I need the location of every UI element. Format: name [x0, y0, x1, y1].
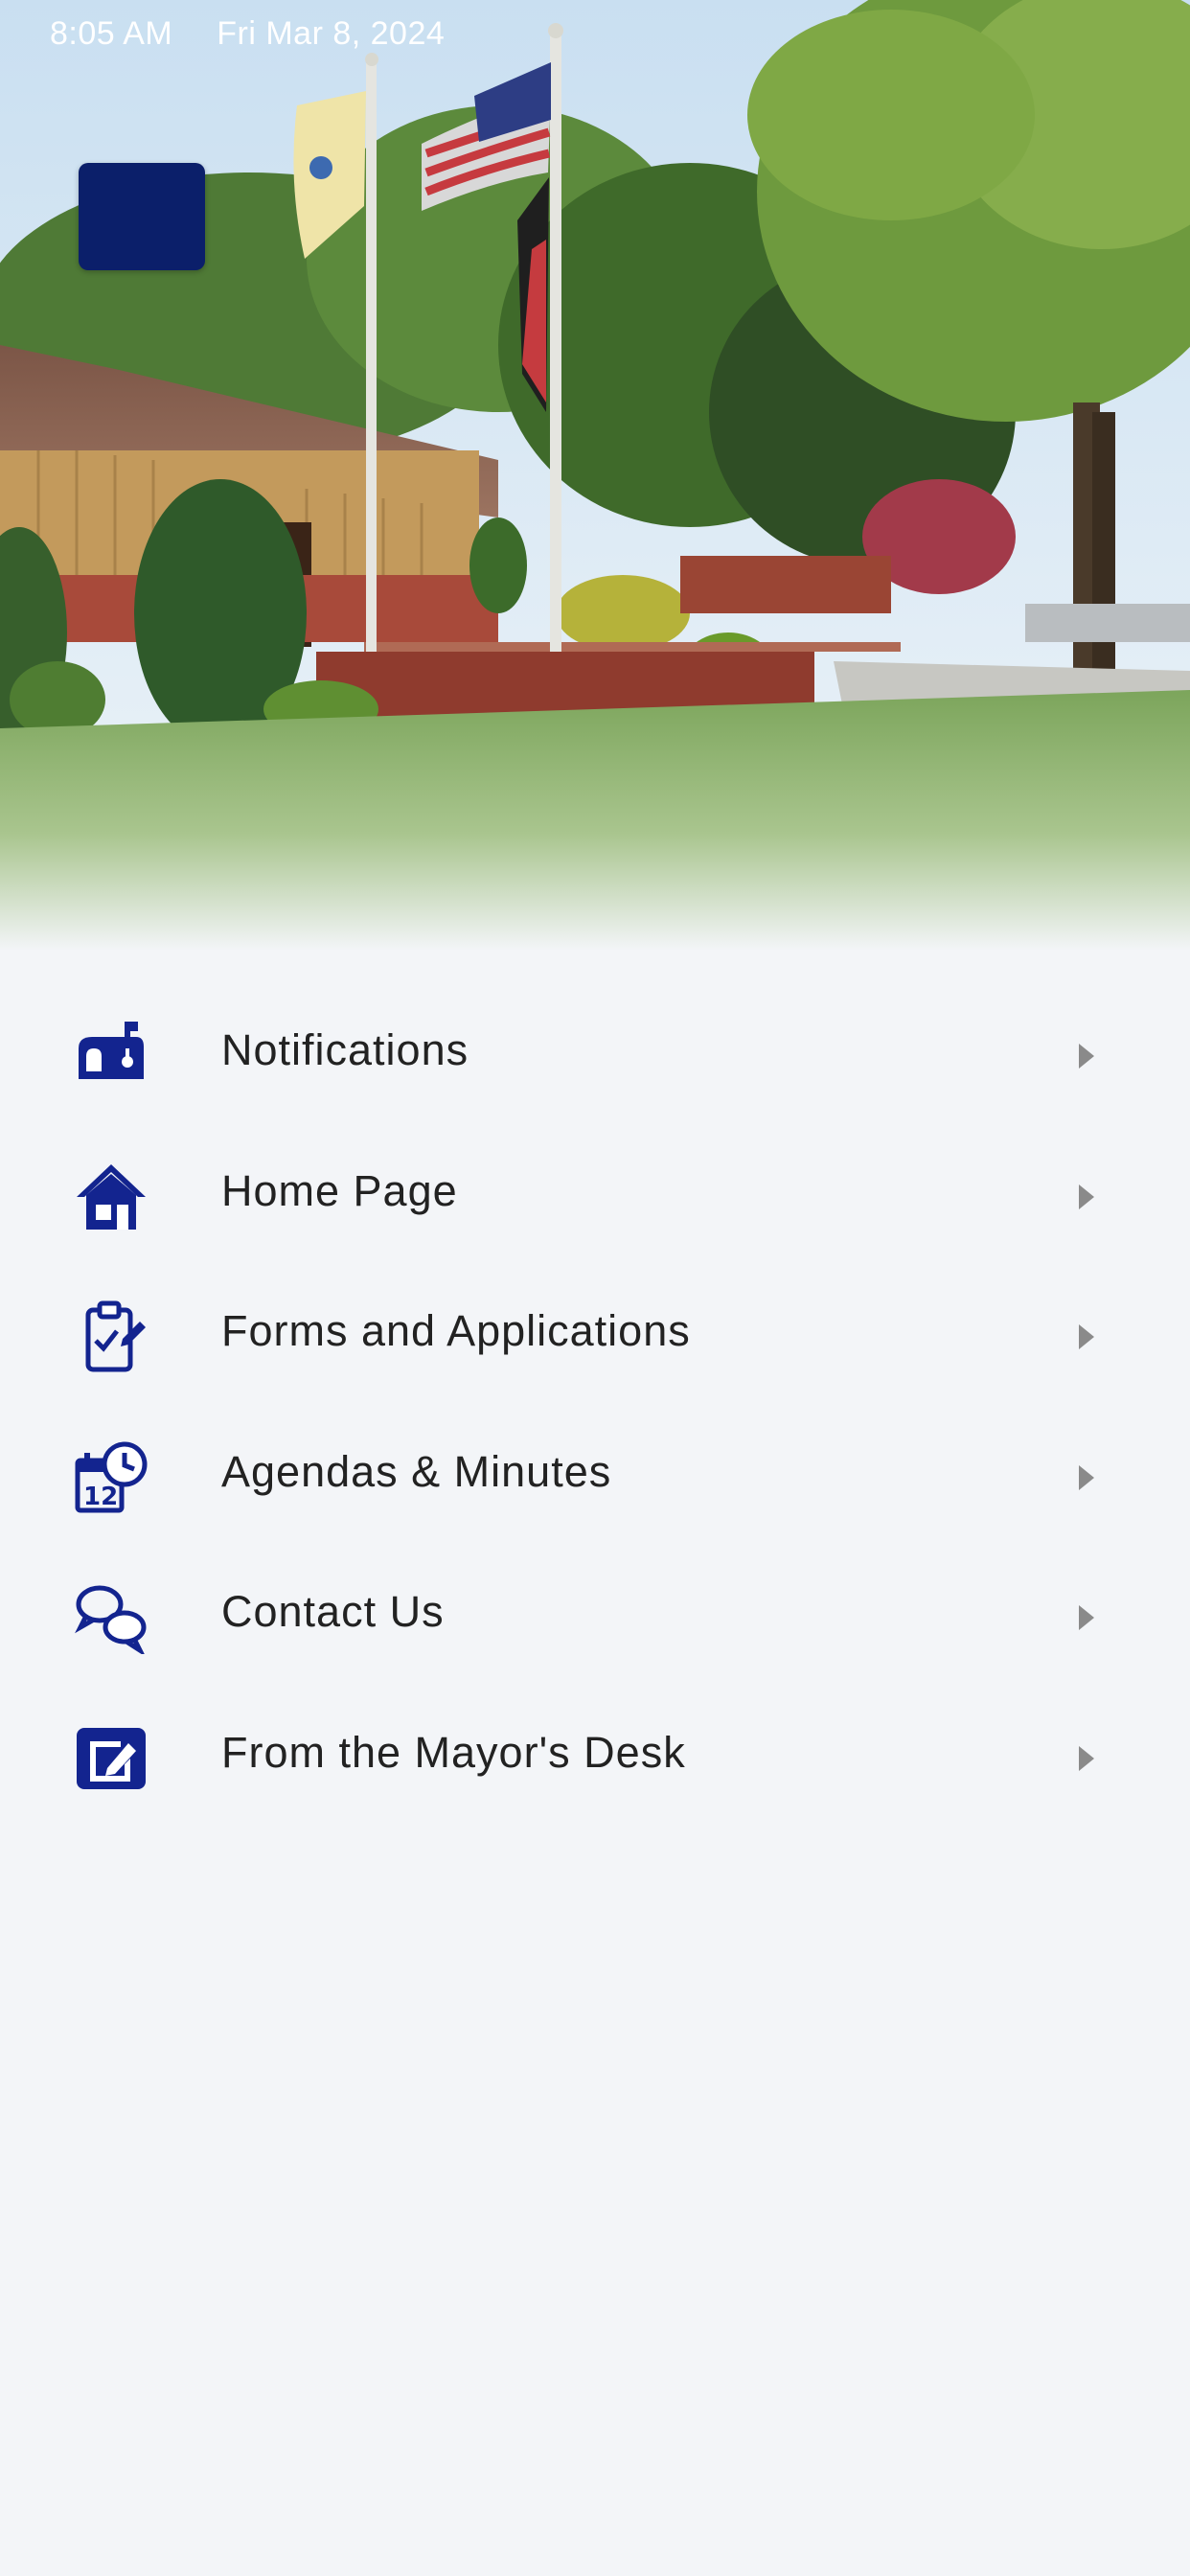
svg-text:12: 12	[83, 1483, 118, 1511]
clipboard-edit-icon	[75, 1300, 148, 1373]
menu-item-label: Home Page	[221, 1165, 458, 1215]
calendar-clock-icon: 12	[75, 1441, 148, 1514]
chevron-right-icon	[1079, 1745, 1094, 1771]
menu-item-contact-us[interactable]: Contact Us	[0, 1548, 1190, 1689]
menu-item-home-page[interactable]: Home Page	[0, 1127, 1190, 1268]
notepad-edit-icon	[75, 1722, 148, 1795]
menu-button[interactable]	[79, 163, 205, 270]
menu-item-label: Agendas & Minutes	[221, 1446, 612, 1496]
status-time: 8:05 AM	[50, 15, 173, 52]
chevron-right-icon	[1079, 1464, 1094, 1490]
chevron-right-icon	[1079, 1044, 1094, 1070]
menu-item-label: Contact Us	[221, 1587, 445, 1637]
menu-item-forms-and-applications[interactable]: Forms and Applications	[0, 1267, 1190, 1408]
mailbox-icon	[75, 1020, 148, 1092]
menu-item-agendas-minutes[interactable]: 12 Agendas & Minutes	[0, 1408, 1190, 1549]
chevron-right-icon	[1079, 1605, 1094, 1631]
menu-item-notifications[interactable]: Notifications	[0, 986, 1190, 1127]
menu-item-mayors-desk[interactable]: From the Mayor's Desk	[0, 1689, 1190, 1829]
menu-item-label: Forms and Applications	[221, 1306, 691, 1356]
menu-item-label: From the Mayor's Desk	[221, 1727, 686, 1777]
chevron-right-icon	[1079, 1324, 1094, 1350]
chevron-right-icon	[1079, 1184, 1094, 1209]
status-bar: 8:05 AM Fri Mar 8, 2024	[50, 15, 445, 53]
chat-bubbles-icon	[75, 1581, 148, 1655]
menu-list: Notifications Home Page Forms and Applic…	[0, 986, 1190, 1828]
home-icon	[75, 1161, 148, 1233]
status-date: Fri Mar 8, 2024	[217, 15, 446, 52]
hero-photo	[0, 0, 1190, 951]
menu-item-label: Notifications	[221, 1025, 469, 1075]
